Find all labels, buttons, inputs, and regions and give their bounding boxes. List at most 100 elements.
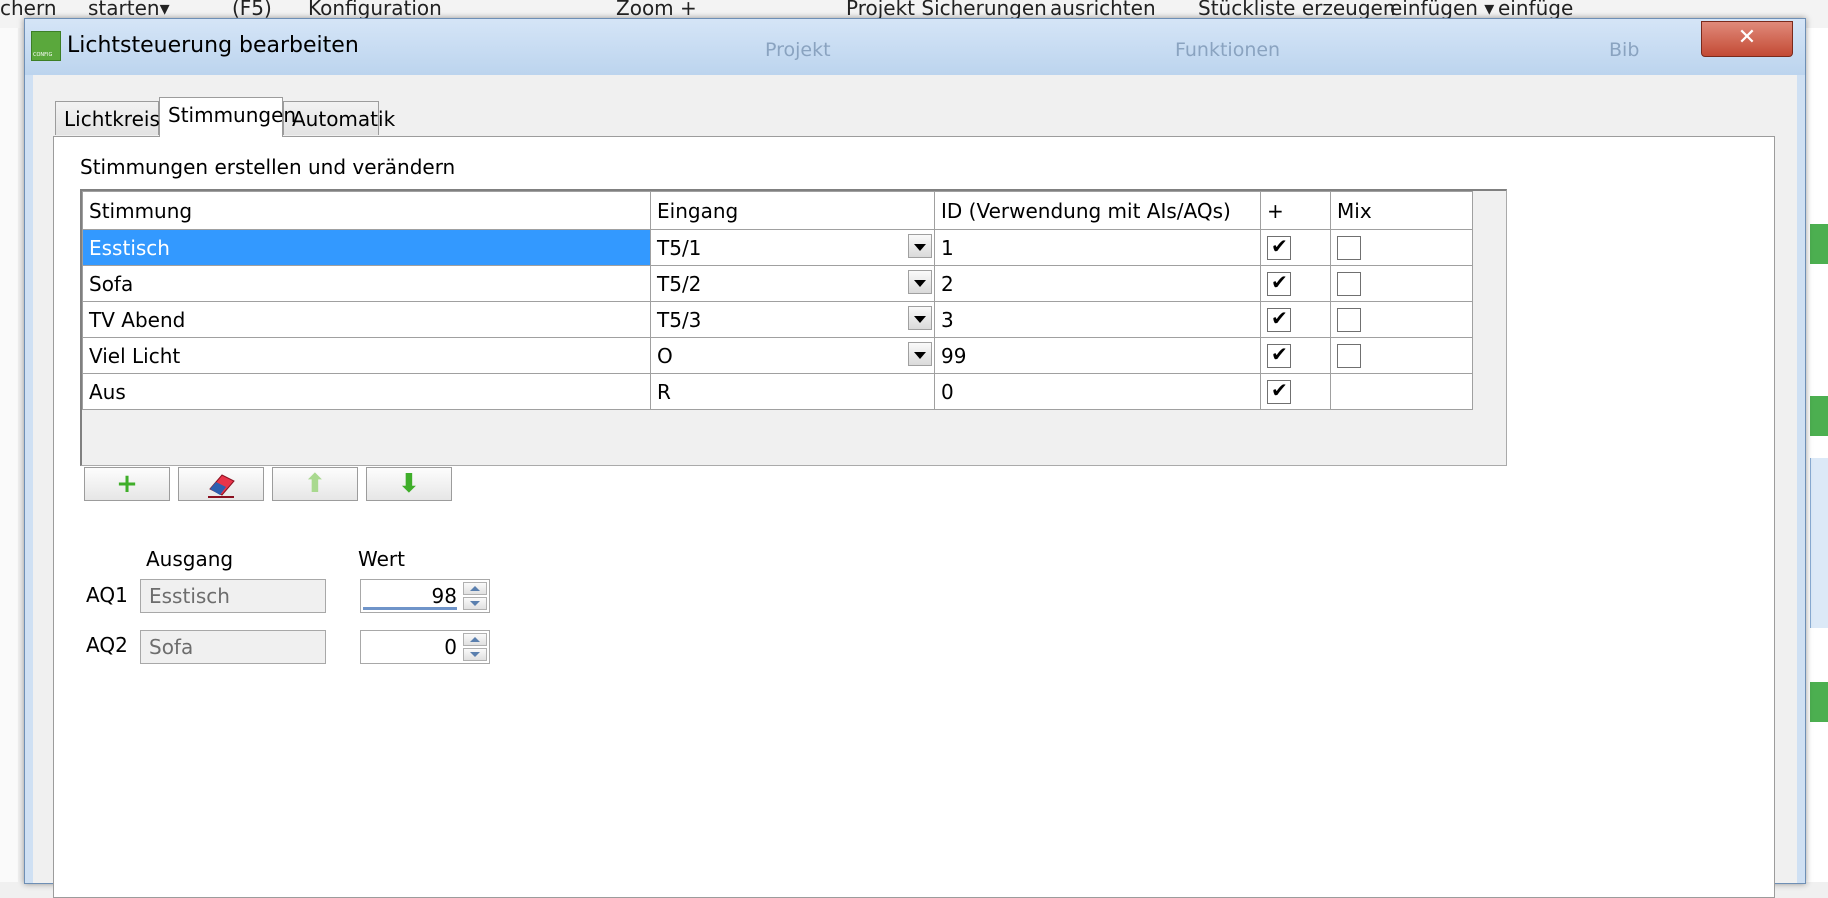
wert-value[interactable]: 98 xyxy=(432,584,457,608)
eingang-value: T5/2 xyxy=(657,271,702,296)
cell-mix xyxy=(1330,301,1473,338)
delete-button[interactable] xyxy=(178,467,264,501)
column-header-plus[interactable]: + xyxy=(1260,191,1331,230)
table-row[interactable]: Viel Licht O 99 xyxy=(82,337,1473,374)
plus-checkbox[interactable] xyxy=(1267,234,1291,261)
light-control-dialog: Projekt Funktionen Bib Lichtsteuerung be… xyxy=(24,18,1806,898)
stimmungen-table: Stimmung Eingang ID (Verwendung mit AIs/… xyxy=(80,189,1507,466)
bg-toolbar-item: chern xyxy=(0,0,57,20)
mix-checkbox[interactable] xyxy=(1337,344,1361,369)
dialog-title: Lichtsteuerung bearbeiten xyxy=(67,33,359,58)
close-button[interactable]: ✕ xyxy=(1701,21,1793,57)
stimmungen-panel: Stimmungen erstellen und verändern Stimm… xyxy=(53,136,1775,898)
table-row[interactable]: Esstisch T5/1 1 xyxy=(82,229,1473,266)
cell-plus xyxy=(1260,337,1331,374)
bg-toolbar-item: Konfiguration xyxy=(308,0,442,20)
plus-checkbox[interactable] xyxy=(1267,378,1291,405)
eingang-value: T5/1 xyxy=(657,235,702,260)
tab-stimmungen[interactable]: Stimmungen xyxy=(159,97,296,137)
plus-checkbox[interactable] xyxy=(1267,306,1291,333)
dropdown-arrow-icon[interactable] xyxy=(908,306,932,330)
bg-toolbar-item: Zoom + xyxy=(616,0,697,20)
bg-toolbar-item: einfüge xyxy=(1498,0,1574,20)
dropdown-arrow-icon[interactable] xyxy=(908,342,932,366)
ausgang-header: Ausgang xyxy=(146,547,234,571)
bg-green-marker xyxy=(1810,224,1828,264)
focus-underline xyxy=(363,607,457,610)
cell-mix xyxy=(1330,337,1473,374)
close-icon: ✕ xyxy=(1737,25,1757,50)
dialog-client-area: Lichtkreise Stimmungen Automatik Stimmun… xyxy=(33,75,1797,898)
wert-header: Wert xyxy=(358,547,405,571)
cell-eingang[interactable]: T5/1 xyxy=(650,229,935,266)
column-header-id[interactable]: ID (Verwendung mit AIs/AQs) xyxy=(934,191,1261,230)
cell-eingang[interactable]: O xyxy=(650,337,935,374)
spin-down-icon[interactable] xyxy=(463,648,487,661)
cell-plus xyxy=(1260,373,1331,410)
dialog-titlebar[interactable]: Projekt Funktionen Bib Lichtsteuerung be… xyxy=(25,19,1805,75)
ausgang-field-aq1: Esstisch xyxy=(140,579,326,613)
cell-mix xyxy=(1330,373,1473,410)
tab-lichtkreise[interactable]: Lichtkreise xyxy=(55,101,172,135)
move-down-button[interactable]: ⬇ xyxy=(366,467,452,501)
cell-plus xyxy=(1260,229,1331,266)
cell-stimmung[interactable]: TV Abend xyxy=(82,301,651,338)
mix-checkbox[interactable] xyxy=(1337,272,1361,297)
cell-id[interactable]: 1 xyxy=(934,229,1261,266)
add-button[interactable]: + xyxy=(84,467,170,501)
spinner-arrows xyxy=(463,582,487,610)
ausgang-field-aq2: Sofa xyxy=(140,630,326,664)
move-up-button[interactable]: ⬆ xyxy=(272,467,358,501)
cell-plus xyxy=(1260,265,1331,302)
cell-id[interactable]: 3 xyxy=(934,301,1261,338)
wert-value[interactable]: 0 xyxy=(444,635,457,659)
spin-up-icon[interactable] xyxy=(463,633,487,646)
eraser-icon xyxy=(208,474,235,498)
table-row[interactable]: TV Abend T5/3 3 xyxy=(82,301,1473,338)
bg-blue-panel xyxy=(1810,458,1828,628)
plus-icon: + xyxy=(116,469,138,499)
dropdown-arrow-icon[interactable] xyxy=(908,270,932,294)
plus-checkbox[interactable] xyxy=(1267,270,1291,297)
panel-heading: Stimmungen erstellen und verändern xyxy=(80,155,456,179)
mix-checkbox[interactable] xyxy=(1337,308,1361,333)
table-row[interactable]: Aus R 0 xyxy=(82,373,1473,410)
bg-toolbar-item: einfügen ▾ xyxy=(1390,0,1495,20)
cell-id[interactable]: 99 xyxy=(934,337,1261,374)
ribbon-group-label: Bib xyxy=(1609,39,1640,61)
wert-spinner-aq1[interactable]: 98 xyxy=(360,579,490,613)
tab-automatik[interactable]: Automatik xyxy=(283,101,395,135)
arrow-up-icon: ⬆ xyxy=(304,469,326,499)
mix-checkbox[interactable] xyxy=(1337,236,1361,261)
ribbon-group-label: Funktionen xyxy=(1175,39,1281,61)
background-left-panel xyxy=(0,28,18,882)
output-label-aq1: AQ1 xyxy=(86,583,128,607)
spin-down-icon[interactable] xyxy=(463,597,487,610)
table-row[interactable]: Sofa T5/2 2 xyxy=(82,265,1473,302)
cell-plus xyxy=(1260,301,1331,338)
bg-green-marker xyxy=(1810,682,1828,722)
plus-checkbox[interactable] xyxy=(1267,342,1291,369)
cell-stimmung[interactable]: Viel Licht xyxy=(82,337,651,374)
bg-green-marker xyxy=(1810,396,1828,436)
wert-spinner-aq2[interactable]: 0 xyxy=(360,630,490,664)
dropdown-arrow-icon[interactable] xyxy=(908,234,932,258)
cell-stimmung[interactable]: Sofa xyxy=(82,265,651,302)
column-header-stimmung[interactable]: Stimmung xyxy=(82,191,651,230)
cell-id[interactable]: 0 xyxy=(934,373,1261,410)
table-header-row: Stimmung Eingang ID (Verwendung mit AIs/… xyxy=(82,191,1473,230)
cell-stimmung[interactable]: Esstisch xyxy=(82,229,651,266)
cell-eingang[interactable]: T5/3 xyxy=(650,301,935,338)
ribbon-group-label: Projekt xyxy=(765,39,831,61)
cell-id[interactable]: 2 xyxy=(934,265,1261,302)
bg-toolbar-item: Stückliste erzeugen xyxy=(1198,0,1396,20)
cell-eingang[interactable]: R xyxy=(650,373,935,410)
spinner-arrows xyxy=(463,633,487,661)
spin-up-icon[interactable] xyxy=(463,582,487,595)
column-header-eingang[interactable]: Eingang xyxy=(650,191,935,230)
output-label-aq2: AQ2 xyxy=(86,633,128,657)
bg-toolbar-item: starten▾ xyxy=(88,0,170,20)
cell-eingang[interactable]: T5/2 xyxy=(650,265,935,302)
column-header-mix[interactable]: Mix xyxy=(1330,191,1473,230)
cell-stimmung[interactable]: Aus xyxy=(82,373,651,410)
